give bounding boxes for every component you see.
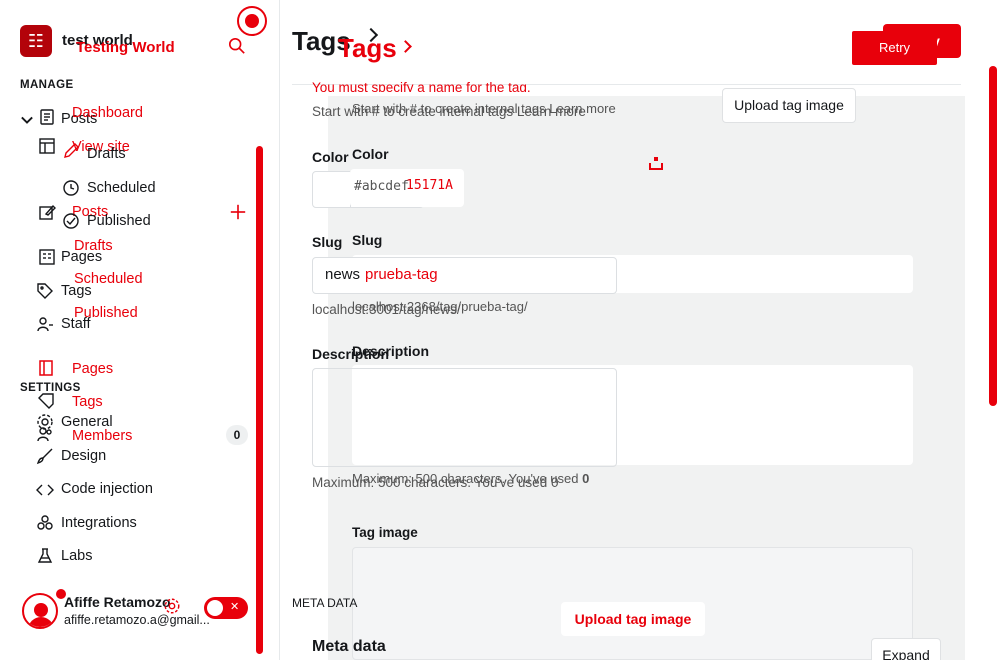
user-email: afiffe.retamozo.a@gmail...: [64, 613, 210, 627]
color-value: 15171A: [406, 178, 453, 193]
slug-value: news: [325, 266, 361, 283]
sidebar-item-scheduled[interactable]: Scheduled: [87, 180, 156, 196]
clock-icon: [62, 179, 80, 197]
record-icon[interactable]: [237, 6, 267, 36]
description-count-overlay: 0: [582, 471, 590, 486]
name-error-text: You must specify a name for the tag.: [312, 80, 531, 92]
search-icon[interactable]: [228, 37, 248, 57]
integrations-icon: [36, 514, 54, 532]
description-hint-overlay-text: Maximum: 500 characters. You've used: [352, 471, 583, 486]
site-title-overlay[interactable]: Testing World: [76, 39, 175, 56]
slug-input[interactable]: news: [312, 257, 617, 294]
sidebar-item-design[interactable]: Design: [61, 448, 106, 464]
night-mode-toggle[interactable]: ✕: [204, 597, 248, 619]
sidebar-scrollbar[interactable]: [256, 146, 263, 654]
slug-label: Slug: [312, 234, 343, 250]
brush-icon: [36, 447, 54, 465]
sidebar-item-members[interactable]: Members: [72, 428, 132, 444]
sidebar-item-pages[interactable]: Pages: [61, 249, 102, 265]
sidebar: ☷ test world Testing World MANAGE Posts …: [0, 0, 280, 660]
upload-tag-image-button-overlay[interactable]: Upload tag image: [561, 602, 705, 636]
description-label-overlay: Description: [352, 343, 430, 359]
sidebar-item-dashboard[interactable]: Dashboard: [72, 105, 143, 121]
site-logo[interactable]: ☷: [20, 25, 52, 57]
page-title-overlay: Tags: [338, 33, 397, 63]
settings-gear-icon[interactable]: [163, 597, 183, 617]
sidebar-item-labs[interactable]: Labs: [61, 548, 92, 564]
sidebar-item-drafts[interactable]: Drafts: [87, 146, 126, 162]
flask-icon: [36, 547, 54, 565]
tag-icon: [36, 282, 54, 300]
staff-icon: [36, 315, 54, 333]
upload-tag-image-button[interactable]: Upload tag image: [722, 88, 856, 123]
sidebar-item-pages-overlay[interactable]: Pages: [72, 361, 113, 377]
chevron-right-icon-overlay: [399, 40, 412, 53]
slug-url-overlay: localhost:2368/tag/prueba-tag/: [352, 299, 528, 314]
members-count-badge: 0: [226, 425, 248, 445]
pages-book-icon: [37, 359, 55, 377]
edit-icon: [38, 203, 56, 221]
tag-image-label: Tag image: [352, 525, 418, 540]
meta-data-heading: Meta data: [312, 638, 386, 655]
description-hint-overlay: Maximum: 500 characters. You've used 0: [352, 471, 589, 486]
user-name[interactable]: Afiffe Retamozo: [64, 594, 171, 610]
meta-data-small-label: META DATA: [292, 596, 358, 610]
layout-icon: [38, 137, 56, 155]
description-textarea[interactable]: [312, 368, 617, 467]
pages-icon: [38, 248, 56, 266]
sidebar-item-integrations[interactable]: Integrations: [61, 515, 137, 531]
retry-button-overlay[interactable]: Retry: [852, 31, 937, 65]
members-icon: [36, 425, 54, 443]
slug-label-overlay: Slug: [352, 232, 383, 248]
expand-button[interactable]: Expand: [871, 638, 941, 660]
code-icon: [36, 481, 54, 499]
avatar[interactable]: [22, 593, 58, 629]
internal-tag-hint-overlay: Start with # to create internal tags Lea…: [352, 101, 616, 116]
slug-value-overlay: prueba-tag: [365, 266, 438, 283]
loading-icon: [649, 157, 663, 171]
color-label: Color: [312, 149, 349, 165]
sidebar-item-tags[interactable]: Tags: [61, 283, 92, 299]
manage-section-label: MANAGE: [20, 79, 74, 91]
tag-outline-icon: [37, 392, 55, 410]
sidebar-item-tags-overlay[interactable]: Tags: [72, 394, 103, 410]
color-hash-text: #abcdef: [354, 179, 409, 194]
sidebar-item-code-injection[interactable]: Code injection: [61, 481, 153, 497]
posts-icon: [38, 108, 56, 126]
sidebar-item-staff[interactable]: Staff: [61, 316, 91, 332]
color-label-overlay: Color: [352, 146, 389, 162]
chevron-down-icon[interactable]: [18, 111, 33, 125]
plus-icon[interactable]: [229, 203, 249, 223]
main-scrollbar[interactable]: [989, 66, 997, 406]
color-input-overlay[interactable]: #abcdef 15171A: [350, 169, 464, 207]
published-icon: [62, 212, 79, 229]
sidebar-item-published[interactable]: Published: [87, 213, 151, 229]
